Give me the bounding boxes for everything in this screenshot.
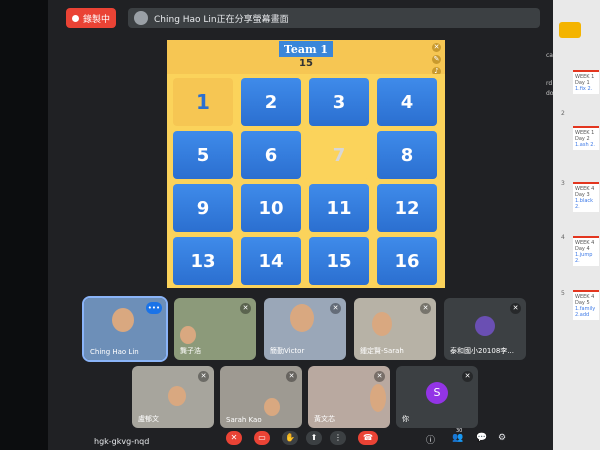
slide-text: 1.ash 2. <box>575 142 595 148</box>
page-number: 3 <box>561 180 565 187</box>
mic-off-icon: ✕ <box>330 303 341 314</box>
mic-toggle-icon[interactable]: ✕ <box>226 431 242 445</box>
participant-tile[interactable]: ✕ 龔子浩 <box>174 298 256 360</box>
participant-tile[interactable]: ✕ 泰和國小20108李... <box>444 298 526 360</box>
participant-video <box>290 304 314 332</box>
participant-video <box>370 384 386 412</box>
participant-name: Sarah Kao <box>226 416 262 424</box>
participant-tile[interactable]: ✕ 黃文芯 <box>308 366 390 428</box>
participant-tile[interactable]: ✕ 鍾定賢-Sarah <box>354 298 436 360</box>
slide-text: 1.fix 2. <box>575 86 593 92</box>
close-icon[interactable]: ✕ <box>432 43 441 52</box>
board-header: Team 1 15 ✕ ✎ ♪ <box>167 40 445 76</box>
raise-hand-icon[interactable]: ✋ <box>282 431 298 445</box>
team-title: Team 1 <box>279 41 333 57</box>
participant-name: 簡勤Victor <box>270 347 305 355</box>
mic-off-icon: ✕ <box>286 371 297 382</box>
participant-video <box>168 386 186 406</box>
camera-toggle-icon[interactable]: ▭ <box>254 431 270 445</box>
mic-off-icon: ✕ <box>510 303 521 314</box>
team-score: 15 <box>299 58 313 69</box>
number-tile[interactable]: 8 <box>377 131 437 179</box>
tile-grid: 1 2 3 4 5 6 7 8 9 10 11 12 13 14 15 16 <box>173 78 439 286</box>
page-number: 4 <box>561 234 565 241</box>
number-tile[interactable]: 3 <box>309 78 369 126</box>
recording-button[interactable]: 錄製中 <box>66 8 116 28</box>
number-tile[interactable]: 2 <box>241 78 301 126</box>
number-tile[interactable]: 16 <box>377 237 437 285</box>
number-tile[interactable]: 15 <box>309 237 369 285</box>
edit-icon[interactable]: ✎ <box>432 55 441 64</box>
slide-thumbnail[interactable]: WEEK 1 Day 2 1.ash 2. <box>573 126 599 150</box>
shared-screen: Team 1 15 ✕ ✎ ♪ 1 2 3 4 5 6 7 8 9 10 11 … <box>167 40 445 288</box>
mic-off-icon: ✕ <box>198 371 209 382</box>
participant-name: 盧郁文 <box>138 415 159 423</box>
meeting-code: hgk-gkvg-nqd <box>94 437 150 446</box>
participant-video <box>112 308 134 332</box>
participant-video <box>180 326 196 344</box>
number-tile[interactable]: 4 <box>377 78 437 126</box>
participant-tile[interactable]: ✕ 簡勤Victor <box>264 298 346 360</box>
activities-icon[interactable]: ⚙ <box>498 433 506 443</box>
leave-call-icon[interactable]: ☎ <box>358 431 378 445</box>
slide-text: 1.jump 2. <box>575 252 593 264</box>
mic-off-icon: ✕ <box>240 303 251 314</box>
more-icon[interactable]: ⋮ <box>330 431 346 445</box>
screen-bezel <box>0 0 48 450</box>
slide-thumbnail[interactable]: WEEK 4 Day 4 1.jump 2. <box>573 236 599 266</box>
mic-off-icon: ✕ <box>462 371 473 382</box>
self-avatar: S <box>426 382 448 404</box>
number-tile[interactable]: 5 <box>173 131 233 179</box>
slides-icon <box>559 22 581 38</box>
side-text: rd <box>546 80 553 87</box>
recording-label: 錄製中 <box>82 14 110 25</box>
side-text: do <box>546 90 554 97</box>
participant-tile[interactable]: S ✕ 你 <box>396 366 478 428</box>
slide-thumbnail[interactable]: WEEK 4 Day 3 1.black 2. <box>573 182 599 212</box>
number-tile[interactable]: 7 <box>309 131 369 179</box>
number-tile[interactable]: 10 <box>241 184 301 232</box>
page-number: 2 <box>561 110 565 117</box>
number-tile[interactable]: 9 <box>173 184 233 232</box>
participant-name: 黃文芯 <box>314 415 335 423</box>
number-tile[interactable]: 6 <box>241 131 301 179</box>
participant-name: Ching Hao Lin <box>90 348 139 356</box>
participant-tile[interactable]: ✕ 盧郁文 <box>132 366 214 428</box>
mic-off-icon: ✕ <box>374 371 385 382</box>
page-number: 5 <box>561 290 565 297</box>
participant-tile[interactable]: ✕ Sarah Kao <box>220 366 302 428</box>
screen-share-banner: Ching Hao Lin正在分享螢幕畫面 <box>128 8 540 28</box>
slide-text: 1.family 2.add <box>575 306 596 318</box>
slide-thumbnail[interactable]: WEEK 4 Day 5 1.family 2.add <box>573 290 599 320</box>
chat-icon[interactable]: 💬 <box>476 433 487 443</box>
slide-thumbnail[interactable]: WEEK 1 Day 1 1.fix 2. <box>573 70 599 94</box>
slide-text: 1.black 2. <box>575 198 594 210</box>
background-document: 2 WEEK 1 Day 1 1.fix 2. 3 WEEK 1 Day 2 1… <box>553 0 600 450</box>
participant-video <box>372 312 392 336</box>
more-options-icon[interactable]: ••• <box>146 302 162 314</box>
side-text: ca <box>546 52 553 59</box>
people-icon[interactable]: 👥 <box>452 433 463 443</box>
record-dot-icon <box>71 14 79 22</box>
presenter-avatar <box>134 11 148 25</box>
participant-name: 龔子浩 <box>180 347 201 355</box>
number-tile[interactable]: 14 <box>241 237 301 285</box>
participant-name: 泰和國小20108李... <box>450 347 514 355</box>
participant-tile[interactable]: ••• Ching Hao Lin <box>82 296 168 362</box>
number-tile[interactable]: 11 <box>309 184 369 232</box>
board-body: 1 2 3 4 5 6 7 8 9 10 11 12 13 14 15 16 <box>167 74 445 288</box>
participant-avatar <box>475 316 495 336</box>
info-icon[interactable]: ⓘ <box>426 433 435 446</box>
number-tile[interactable]: 12 <box>377 184 437 232</box>
participant-name: 鍾定賢-Sarah <box>360 347 404 355</box>
present-screen-icon[interactable]: ⬆ <box>306 431 322 445</box>
share-banner-text: Ching Hao Lin正在分享螢幕畫面 <box>154 14 289 25</box>
number-tile[interactable]: 13 <box>173 237 233 285</box>
mic-off-icon: ✕ <box>420 303 431 314</box>
participant-video <box>264 398 280 416</box>
participant-name: 你 <box>402 415 409 423</box>
number-tile[interactable]: 1 <box>173 78 233 126</box>
